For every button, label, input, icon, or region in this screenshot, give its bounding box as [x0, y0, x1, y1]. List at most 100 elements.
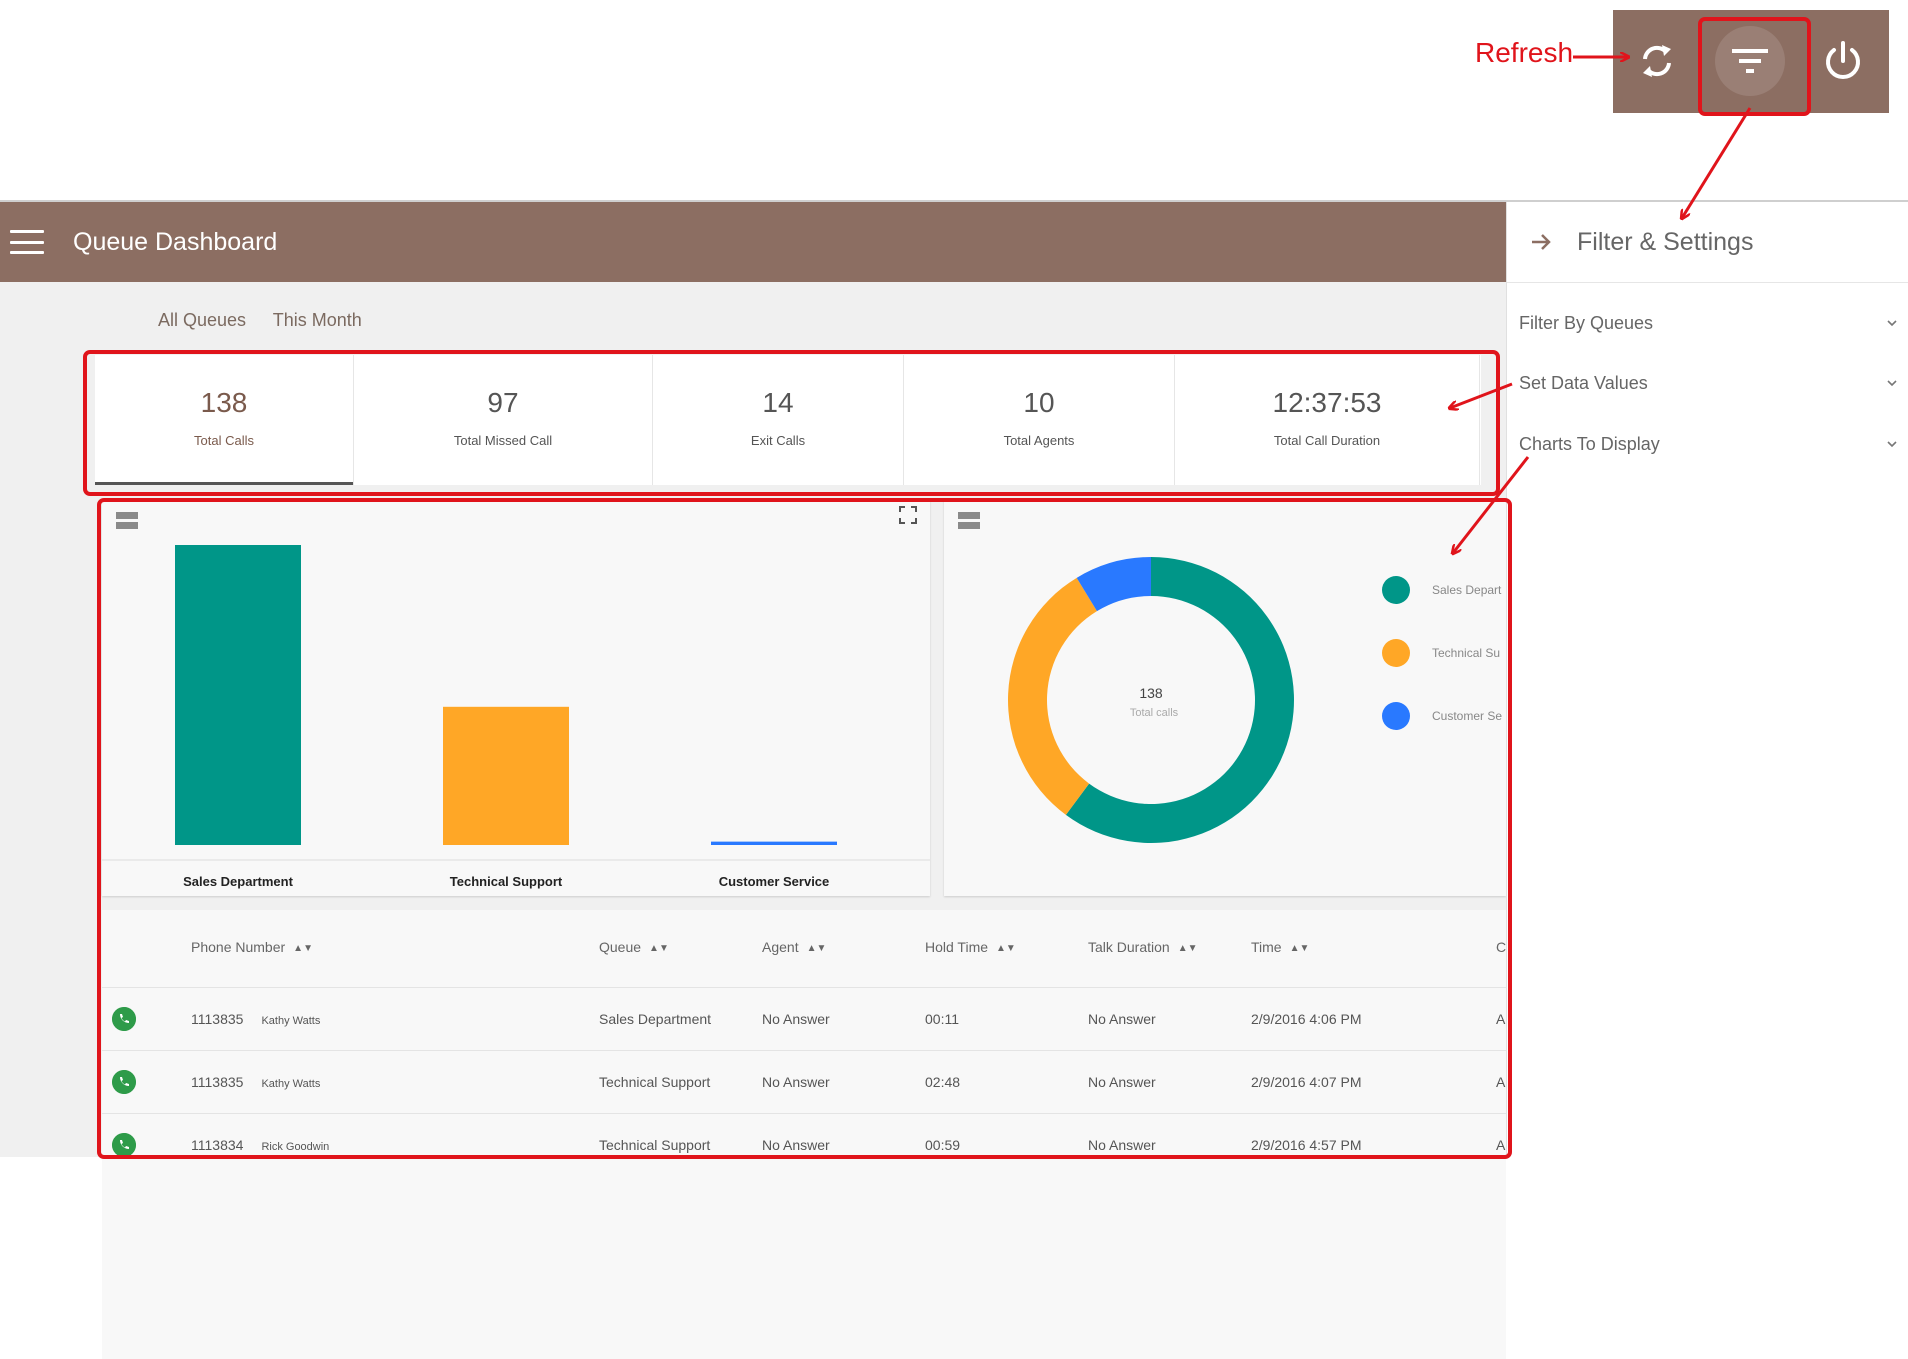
power-icon — [1826, 41, 1860, 79]
legend-label: Customer Se — [1432, 709, 1503, 723]
calls-table: Phone Number ▲▼ Queue ▲▼ Agent ▲▼ Hold Time… — [102, 910, 1506, 1359]
filter-settings-panel: Filter & Settings Filter By Queues Set D… — [1506, 202, 1908, 1157]
accordion-set-data-values[interactable]: Set Data Values — [1519, 363, 1899, 403]
legend-swatch — [1382, 576, 1410, 604]
panel-header: Filter & Settings — [1507, 202, 1908, 283]
sort-icon: ▲▼ — [806, 943, 827, 954]
stat-label: Exit Calls — [750, 433, 806, 448]
refresh-icon — [1643, 45, 1671, 77]
talk-duration-cell: No Answer — [1088, 1011, 1156, 1027]
stat-value: 14 — [762, 387, 794, 418]
bar-chart: Sales Department Technical Support Custome… — [102, 545, 930, 889]
stat-total-missed-call[interactable]: 97 Total Missed Call — [354, 355, 653, 485]
donut-chart: 138 Total calls — [1008, 557, 1294, 843]
time-cell: 2/9/2016 4:57 PM — [1251, 1137, 1362, 1153]
sort-icon: ▲▼ — [293, 943, 313, 954]
legend-item[interactable]: Sales Depart — [1382, 576, 1501, 604]
donut-slice — [1008, 577, 1097, 815]
filter-button[interactable] — [1715, 26, 1785, 96]
stat-label: Total Missed Call — [453, 433, 553, 448]
page-title: Queue Dashboard — [73, 227, 278, 256]
hold-time-cell: 00:59 — [925, 1137, 961, 1153]
stat-value: 12:37:53 — [1272, 387, 1382, 418]
legend-label: Technical Su — [1432, 646, 1501, 660]
main-area: Queue Dashboard All Queues This Month 13… — [0, 202, 1506, 1359]
stat-label: Total Call Duration — [1273, 433, 1381, 448]
time-cell: 2/9/2016 4:06 PM — [1251, 1011, 1362, 1027]
stat-label: Total Calls — [194, 433, 254, 448]
hold-time-cell: 02:48 — [925, 1074, 961, 1090]
column-header-queue[interactable]: Queue ▲▼ — [599, 939, 669, 955]
stats-bar: 138 Total Calls 97 Total Missed Call 14 … — [95, 355, 1481, 485]
column-header-talk-duration[interactable]: Talk Duration ▲▼ — [1088, 939, 1198, 955]
donut-center-value: 138 — [1139, 685, 1163, 701]
bar-chart-card: Sales Department Technical Support Custome… — [102, 500, 930, 896]
phone-number-cell: 1113835 Kathy Watts — [191, 1011, 321, 1027]
stat-total-call-duration[interactable]: 12:37:53 Total Call Duration — [1175, 355, 1480, 485]
phone-icon — [112, 1007, 136, 1031]
x-tick-label: Customer Service — [719, 874, 830, 889]
breadcrumb: All Queues This Month — [158, 310, 384, 331]
legend-item[interactable]: Technical Su — [1382, 639, 1500, 667]
stat-exit-calls[interactable]: 14 Exit Calls — [653, 355, 904, 485]
time-cell: 2/9/2016 4:07 PM — [1251, 1074, 1362, 1090]
column-header-agent[interactable]: Agent ▲▼ — [762, 939, 826, 955]
agent-cell: No Answer — [762, 1011, 830, 1027]
hamburger-menu-icon[interactable] — [10, 230, 44, 254]
column-header-phone-number[interactable]: Phone Number ▲▼ — [191, 939, 313, 955]
app-toolbar — [1613, 10, 1889, 113]
phone-icon — [112, 1070, 136, 1094]
c-cell: A — [1496, 1011, 1506, 1027]
queue-cell: Sales Department — [599, 1011, 712, 1027]
table-row[interactable]: 1113835 Kathy Watts Sales Department No A… — [102, 987, 1506, 1051]
legend-item[interactable]: Customer Se — [1382, 702, 1502, 730]
sort-icon: ▲▼ — [649, 943, 669, 954]
chevron-down-icon — [1887, 380, 1897, 387]
donut-center-label: Total calls — [1130, 707, 1179, 719]
stat-label: Total Agents — [1003, 433, 1075, 448]
legend-swatch — [1382, 639, 1410, 667]
donut-chart-card: 138 Total calls Sales Depart Technical Su… — [944, 500, 1506, 896]
stat-value: 97 — [487, 387, 519, 418]
x-tick-label: Technical Support — [450, 874, 563, 889]
table-header: Phone Number ▲▼ Queue ▲▼ Agent ▲▼ Hold Time… — [102, 910, 1506, 987]
breadcrumb-all-queues[interactable]: All Queues — [158, 310, 246, 330]
stat-total-calls[interactable]: 138 Total Calls — [95, 355, 354, 485]
stat-total-agents[interactable]: 10 Total Agents — [904, 355, 1175, 485]
c-cell: A — [1496, 1137, 1506, 1153]
column-header-hold-time[interactable]: Hold Time ▲▼ — [925, 939, 1016, 955]
queue-cell: Technical Support — [599, 1074, 711, 1090]
agent-cell: No Answer — [762, 1074, 830, 1090]
refresh-button[interactable] — [1622, 26, 1692, 96]
bar — [175, 545, 301, 845]
table-row[interactable]: 1113834 Rick Goodwin Technical Support No… — [102, 1113, 1506, 1177]
breadcrumb-this-month[interactable]: This Month — [273, 310, 362, 330]
bar — [711, 841, 837, 845]
chevron-down-icon — [1887, 320, 1897, 327]
filter-icon — [1732, 49, 1768, 73]
queue-cell: Technical Support — [599, 1137, 711, 1153]
talk-duration-cell: No Answer — [1088, 1137, 1156, 1153]
x-tick-label: Sales Department — [183, 874, 293, 889]
phone-icon — [112, 1133, 136, 1157]
arrow-right-icon[interactable] — [1529, 230, 1553, 254]
accordion-label: Charts To Display — [1519, 433, 1660, 454]
c-cell: A — [1496, 1074, 1506, 1090]
hold-time-cell: 00:11 — [925, 1011, 959, 1027]
accordion-charts-to-display[interactable]: Charts To Display — [1519, 424, 1899, 464]
column-header-time[interactable]: Time ▲▼ — [1251, 939, 1309, 955]
stat-value: 138 — [200, 387, 248, 418]
table-row[interactable]: 1113835 Kathy Watts Technical Support No … — [102, 1050, 1506, 1114]
agent-cell: No Answer — [762, 1137, 830, 1153]
accordion-label: Filter By Queues — [1519, 312, 1654, 333]
accordion-filter-by-queues[interactable]: Filter By Queues — [1519, 303, 1899, 343]
column-header-c[interactable]: C — [1496, 939, 1506, 955]
phone-number-cell: 1113835 Kathy Watts — [191, 1074, 321, 1090]
phone-number-cell: 1113834 Rick Goodwin — [191, 1137, 330, 1153]
chevron-down-icon — [1887, 441, 1897, 448]
sort-icon: ▲▼ — [996, 943, 1016, 954]
power-button[interactable] — [1808, 26, 1878, 96]
stat-value: 10 — [1023, 387, 1055, 418]
sort-icon: ▲▼ — [1289, 943, 1310, 954]
app-bar: Queue Dashboard — [0, 202, 1506, 282]
